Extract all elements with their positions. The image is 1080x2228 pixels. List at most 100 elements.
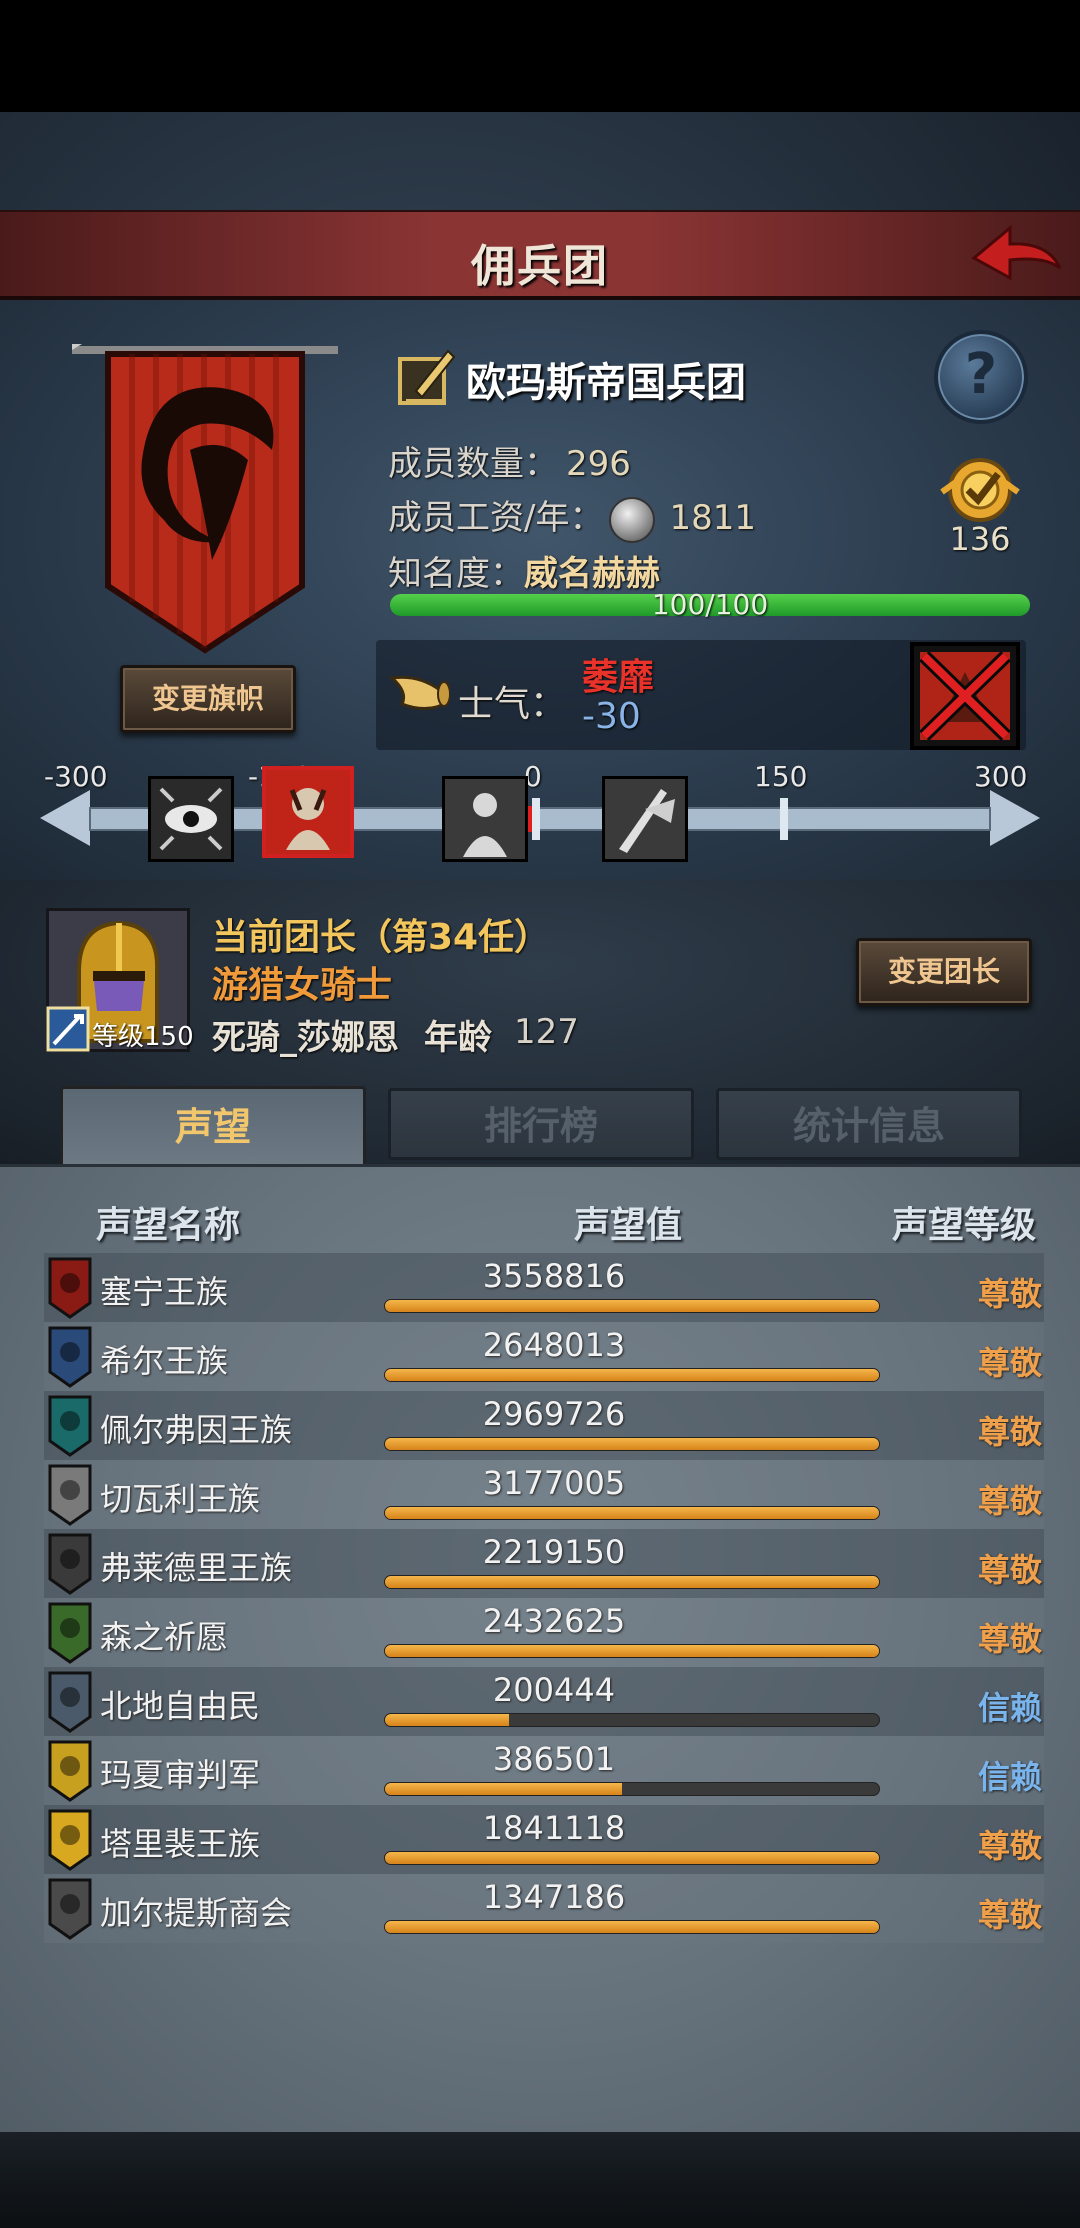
morale-valor-icon[interactable] (602, 776, 688, 862)
legion-banner-emblem-icon (68, 344, 338, 654)
help-question-icon: ? (964, 342, 998, 407)
reputation-row[interactable]: 希尔王族 2648013 尊敬 (44, 1322, 1044, 1391)
wage-value: 1811 (669, 498, 756, 538)
change-banner-button[interactable]: 变更旗帜 (120, 665, 296, 733)
back-arrow-icon (971, 224, 1062, 281)
tab-leaderboard[interactable]: 排行榜 (388, 1088, 694, 1160)
reputation-row[interactable]: 弗莱德里王族 2219150 尊敬 (44, 1529, 1044, 1598)
commander-title: 当前团长（第34任） (212, 917, 551, 958)
morale-despair-icon[interactable] (262, 766, 354, 858)
reputation-level: 尊敬 (977, 1275, 1042, 1313)
reputation-progress-bar (384, 1437, 880, 1451)
reputation-level: 信赖 (977, 1758, 1042, 1796)
faction-shield-icon (48, 1809, 92, 1871)
commander-class: 游猎女骑士 (212, 965, 393, 1006)
reputation-value: 1841118 (482, 1809, 626, 1847)
faction-shield-icon (48, 1602, 92, 1664)
reputation-row[interactable]: 切瓦利王族 3177005 尊敬 (44, 1460, 1044, 1529)
faction-name: 塞宁王族 (100, 1273, 229, 1311)
silver-coin-icon (609, 496, 656, 543)
wage-label: 成员工资/年： (388, 498, 604, 538)
faction-shield-icon (48, 1395, 92, 1457)
reputation-progress-fill (385, 1438, 879, 1450)
reputation-value: 3177005 (482, 1464, 626, 1502)
reputation-level: 尊敬 (977, 1827, 1042, 1865)
reputation-row[interactable]: 北地自由民 200444 信赖 (44, 1667, 1044, 1736)
reputation-row[interactable]: 塞宁王族 3558816 尊敬 (44, 1253, 1044, 1322)
reputation-row[interactable]: 森之祈愿 2432625 尊敬 (44, 1598, 1044, 1667)
faction-name: 希尔王族 (100, 1342, 229, 1380)
level-value: 150 (144, 1022, 194, 1052)
reputation-progress-bar (384, 1920, 880, 1934)
reputation-value: 386501 (492, 1740, 616, 1778)
wage-row: 成员工资/年： 1811 (388, 490, 756, 543)
tab-reputation[interactable]: 声望 (60, 1086, 366, 1168)
faction-shield-icon (48, 1257, 92, 1319)
reputation-progress-bar (384, 1575, 880, 1589)
reputation-row[interactable]: 佩尔弗因王族 2969726 尊敬 (44, 1391, 1044, 1460)
morale-calm-icon[interactable] (442, 776, 528, 862)
morale-scale: -300 -150 0 150 300 (40, 760, 1040, 870)
faction-name: 加尔提斯商会 (100, 1894, 293, 1932)
reputation-level: 尊敬 (977, 1896, 1042, 1934)
scale-label-max: 300 (974, 760, 1028, 793)
reputation-level: 尊敬 (977, 1551, 1042, 1589)
reputation-progress-bar (384, 1782, 880, 1796)
medal-count: 136 (949, 520, 1011, 558)
reputation-progress-bar (384, 1644, 880, 1658)
members-value: 296 (566, 444, 631, 484)
faction-shield-icon (48, 1533, 92, 1595)
level-label: 等级 (92, 1022, 145, 1052)
reputation-level: 信赖 (977, 1689, 1042, 1727)
scale-label-min: -300 (44, 760, 108, 793)
back-button[interactable] (966, 220, 1066, 292)
help-button[interactable]: ? (934, 330, 1028, 424)
reputation-level: 尊敬 (977, 1413, 1042, 1451)
legion-name: 欧玛斯帝国兵团 (466, 360, 746, 406)
reputation-value: 2432625 (482, 1602, 626, 1640)
sword-class-icon (46, 1006, 90, 1052)
faction-name: 弗莱德里王族 (100, 1549, 293, 1587)
faction-name: 佩尔弗因王族 (100, 1411, 293, 1449)
members-label: 成员数量： (388, 444, 558, 484)
header-reputation-value: 声望值 (574, 1205, 683, 1246)
reputation-row[interactable]: 玛夏审判军 386501 信赖 (44, 1736, 1044, 1805)
reputation-row[interactable]: 塔里裴王族 1841118 尊敬 (44, 1805, 1044, 1874)
faction-shield-icon (48, 1671, 92, 1733)
commander-age: 127 (514, 1012, 579, 1052)
page-title: 佣兵团 (471, 241, 609, 292)
scale-label-high: 150 (754, 760, 808, 793)
morale-value: -30 (582, 696, 641, 737)
title-bar: 佣兵团 (0, 210, 1080, 300)
change-commander-button[interactable]: 变更团长 (856, 938, 1032, 1006)
reputation-progress-fill (385, 1369, 879, 1381)
morale-label: 士气： (458, 684, 567, 725)
reputation-row[interactable]: 加尔提斯商会 1347186 尊敬 (44, 1874, 1044, 1943)
legion-banner (68, 340, 338, 660)
reputation-progress-fill (385, 1783, 623, 1795)
reputation-progress-fill (385, 1921, 879, 1933)
rename-quill-icon[interactable] (396, 345, 458, 407)
war-horn-icon (388, 668, 451, 718)
reputation-progress-bar (384, 1506, 880, 1520)
reputation-value: 2969726 (482, 1395, 626, 1433)
reputation-progress-fill (385, 1852, 879, 1864)
reputation-progress-bar (384, 1851, 880, 1865)
commander-name: 死骑_莎娜恩 (212, 1018, 399, 1058)
tab-statistics[interactable]: 统计信息 (716, 1088, 1022, 1160)
faction-shield-icon (48, 1740, 92, 1802)
header-reputation-name: 声望名称 (96, 1205, 241, 1246)
reputation-value: 200444 (492, 1671, 616, 1709)
morale-crossed-icon[interactable] (910, 642, 1020, 750)
reputation-level: 尊敬 (977, 1620, 1042, 1658)
fame-progress-text: 100/100 (651, 588, 769, 621)
reputation-progress-bar (384, 1299, 880, 1313)
morale-chaos-eye-icon[interactable] (148, 776, 234, 862)
reputation-progress-bar (384, 1368, 880, 1382)
bottom-decor-strip (0, 2132, 1080, 2228)
members-row: 成员数量： 296 (388, 436, 631, 485)
faction-name: 森之祈愿 (100, 1618, 229, 1656)
reputation-progress-fill (385, 1645, 879, 1657)
faction-shield-icon (48, 1878, 92, 1940)
faction-shield-icon (48, 1326, 92, 1388)
